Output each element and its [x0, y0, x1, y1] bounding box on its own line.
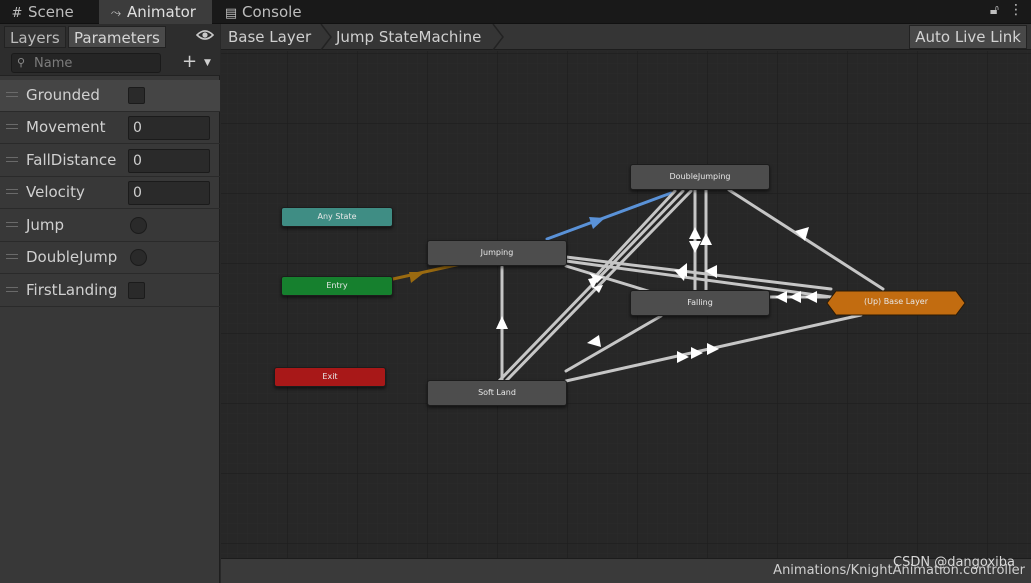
state-doublejumping[interactable]: DoubleJumping	[630, 164, 770, 190]
parameter-row-jump[interactable]: Jump	[0, 210, 220, 242]
add-parameter-button[interactable]: + ▼	[182, 52, 216, 72]
auto-live-link-button[interactable]: Auto Live Link	[909, 25, 1027, 49]
float-value-field[interactable]: 0	[128, 181, 210, 205]
breadcrumb: Base Layer Jump StateMachine Auto Live L…	[221, 24, 1031, 50]
chevron-down-icon: ▼	[204, 58, 211, 68]
breadcrumb-base-layer[interactable]: Base Layer	[221, 24, 311, 50]
parameter-name: FirstLanding	[26, 281, 118, 299]
parameter-search[interactable]: ⚲	[11, 53, 161, 73]
parameter-name: Jump	[26, 216, 65, 234]
more-options-icon[interactable]: ⋮	[1009, 2, 1023, 18]
lock-icon[interactable]: 🔓︎	[990, 2, 999, 18]
breadcrumb-jump-statemachine[interactable]: Jump StateMachine	[329, 24, 481, 50]
float-value-field[interactable]: 0	[128, 149, 210, 173]
parameters-panel: Layers Parameters ⚲ +▼ Grounded Movement…	[0, 24, 220, 583]
parameter-name: Velocity	[26, 183, 85, 201]
eye-icon[interactable]	[196, 28, 214, 42]
state-jumping[interactable]: Jumping	[427, 240, 567, 266]
window-controls: 🔓︎ ⋮	[980, 2, 1023, 18]
parameter-row-velocity[interactable]: Velocity 0	[0, 177, 220, 209]
trigger-radio[interactable]	[130, 217, 147, 234]
parameter-name: Grounded	[26, 86, 100, 104]
state-machine-graph[interactable]: Any State Entry Exit Jumping DoubleJumpi…	[221, 51, 1031, 558]
panel-tabs: Layers Parameters	[0, 24, 220, 50]
grid-icon: #	[11, 6, 23, 21]
search-icon: ⚲	[17, 56, 26, 69]
parameter-name: Movement	[26, 118, 106, 136]
state-any-state[interactable]: Any State	[281, 207, 393, 227]
state-falling[interactable]: Falling	[630, 290, 770, 316]
search-input[interactable]	[34, 55, 158, 71]
parameter-row-grounded[interactable]: Grounded	[0, 80, 220, 112]
drag-handle-icon[interactable]	[6, 287, 18, 292]
window-tab-bar: # Scene ⤳ Animator ▤ Console 🔓︎ ⋮	[0, 0, 1031, 24]
tab-scene[interactable]: # Scene	[0, 0, 98, 24]
parameter-row-falldistance[interactable]: FallDistance 0	[0, 145, 220, 177]
drag-handle-icon[interactable]	[6, 157, 18, 162]
tab-layers[interactable]: Layers	[4, 26, 66, 48]
bool-checkbox[interactable]	[128, 282, 145, 299]
parameter-name: DoubleJump	[26, 248, 118, 266]
tab-console[interactable]: ▤ Console	[214, 0, 324, 24]
plus-icon: +	[182, 51, 198, 72]
float-value-field[interactable]: 0	[128, 116, 210, 140]
parameter-row-doublejump[interactable]: DoubleJump	[0, 242, 220, 274]
state-up-base-layer[interactable]: (Up) Base Layer	[826, 290, 966, 316]
watermark: CSDN @dangoxiba	[893, 555, 1015, 570]
drag-handle-icon[interactable]	[6, 222, 18, 227]
drag-handle-icon[interactable]	[6, 124, 18, 129]
tab-animator[interactable]: ⤳ Animator	[99, 0, 212, 24]
animator-icon: ⤳	[110, 6, 122, 21]
trigger-radio[interactable]	[130, 249, 147, 266]
parameter-name: FallDistance	[26, 151, 117, 169]
breadcrumb-separator-icon	[492, 24, 504, 50]
parameter-search-row: ⚲ +▼	[0, 50, 220, 76]
drag-handle-icon[interactable]	[6, 92, 18, 97]
state-exit[interactable]: Exit	[274, 367, 386, 387]
parameter-row-movement[interactable]: Movement 0	[0, 112, 220, 144]
drag-handle-icon[interactable]	[6, 254, 18, 259]
state-soft-land[interactable]: Soft Land	[427, 380, 567, 406]
state-entry[interactable]: Entry	[281, 276, 393, 296]
tab-parameters[interactable]: Parameters	[68, 26, 166, 48]
console-icon: ▤	[224, 6, 238, 21]
bool-checkbox[interactable]	[128, 87, 145, 104]
drag-handle-icon[interactable]	[6, 189, 18, 194]
parameter-row-firstlanding[interactable]: FirstLanding	[0, 275, 220, 307]
